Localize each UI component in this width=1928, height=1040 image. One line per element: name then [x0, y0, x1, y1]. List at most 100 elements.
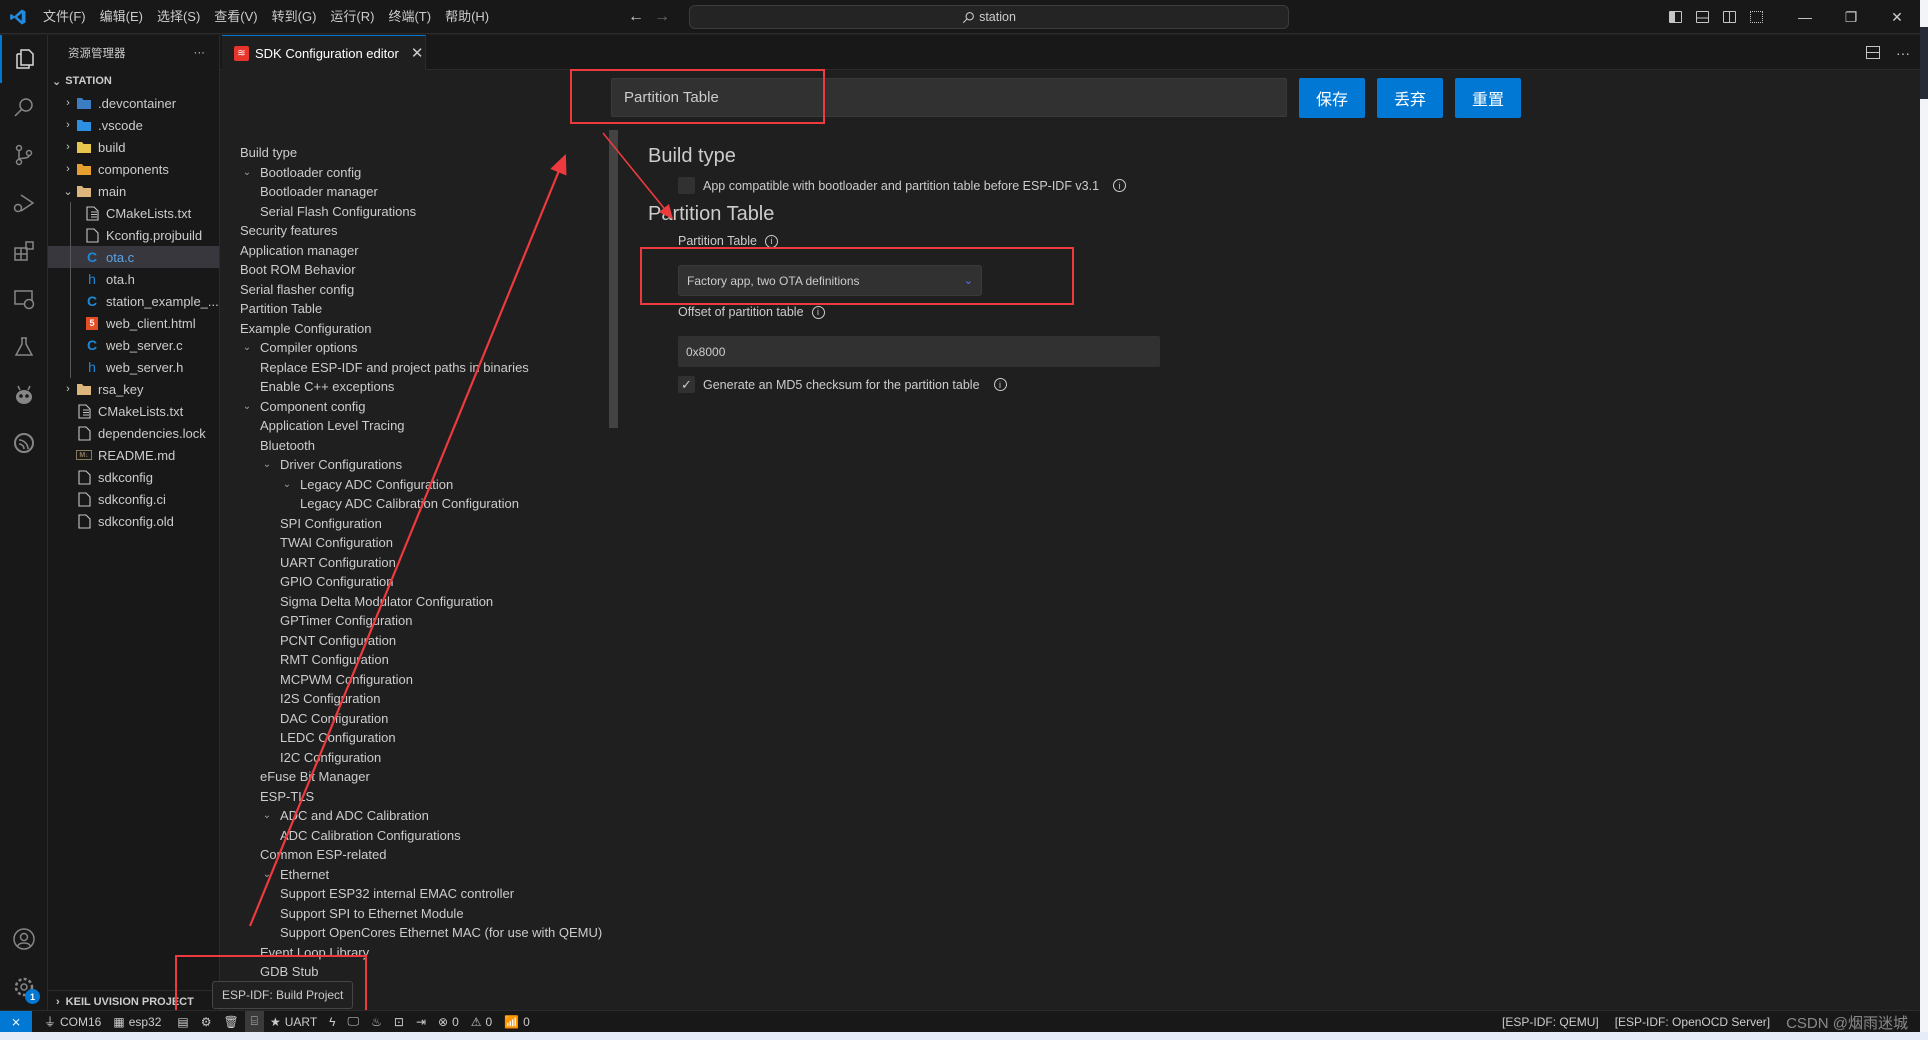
- testing-icon[interactable]: [0, 323, 48, 371]
- file-tree-item[interactable]: Cweb_server.c: [48, 334, 219, 356]
- config-menu-item[interactable]: TWAI Configuration: [240, 533, 620, 553]
- status-item-warnings[interactable]: ⚠ 0: [465, 1011, 498, 1033]
- extensions-icon[interactable]: [0, 227, 48, 275]
- platformio-icon[interactable]: [0, 371, 48, 419]
- file-tree-item[interactable]: ⌄ main: [48, 180, 219, 202]
- status-item-terminal[interactable]: ⊡: [388, 1011, 410, 1033]
- file-tree-item[interactable]: Kconfig.projbuild: [48, 224, 219, 246]
- config-menu-item[interactable]: Bluetooth: [240, 436, 620, 456]
- chevron-down-icon[interactable]: ⌄: [260, 865, 274, 885]
- config-menu-item[interactable]: Boot ROM Behavior: [240, 260, 620, 280]
- more-actions-icon[interactable]: ···: [194, 47, 206, 59]
- status-item-flame[interactable]: ♨: [365, 1011, 388, 1033]
- status-item-run-arrow[interactable]: ⇥: [410, 1011, 432, 1033]
- config-menu-item[interactable]: ADC Calibration Configurations: [240, 826, 620, 846]
- chevron-right-icon[interactable]: ›: [60, 119, 76, 131]
- chevron-down-icon[interactable]: ⌄: [240, 163, 254, 183]
- file-tree-item[interactable]: › .devcontainer: [48, 92, 219, 114]
- menu-item-2[interactable]: 选择(S): [150, 0, 207, 34]
- chevron-down-icon[interactable]: ⌄: [260, 806, 274, 826]
- close-tab-icon[interactable]: ✕: [411, 44, 424, 62]
- menu-item-4[interactable]: 转到(G): [265, 0, 324, 34]
- espressif-icon[interactable]: [0, 419, 48, 467]
- config-menu-item[interactable]: GDB Stub: [240, 962, 620, 982]
- app-compat-checkbox[interactable]: [678, 177, 695, 194]
- status-item-sdkconfig[interactable]: ▤: [171, 1011, 194, 1033]
- source-control-icon[interactable]: [0, 131, 48, 179]
- search-icon[interactable]: [0, 83, 48, 131]
- keil-project-section[interactable]: › KEIL UVISION PROJECT: [48, 990, 220, 1012]
- config-menu-item[interactable]: LEDC Configuration: [240, 728, 620, 748]
- chevron-down-icon[interactable]: ⌄: [260, 455, 274, 475]
- file-tree-item[interactable]: dependencies.lock: [48, 422, 219, 444]
- status-item-build-cylinder[interactable]: ⌸: [244, 1010, 264, 1032]
- file-tree-item[interactable]: › components: [48, 158, 219, 180]
- config-menu-item[interactable]: Application Level Tracing: [240, 416, 620, 436]
- config-menu-item[interactable]: Application manager: [240, 241, 620, 261]
- run-debug-icon[interactable]: [0, 179, 48, 227]
- status-item-flash[interactable]: ϟ: [323, 1011, 341, 1033]
- file-tree-item[interactable]: sdkconfig.old: [48, 510, 219, 532]
- config-menu-item[interactable]: ⌄ Ethernet: [240, 865, 620, 885]
- config-menu-item[interactable]: Support SPI to Ethernet Module: [240, 904, 620, 924]
- config-search-input[interactable]: [611, 78, 1287, 117]
- explorer-icon[interactable]: [0, 35, 48, 83]
- config-menu-item[interactable]: Security features: [240, 221, 620, 241]
- config-menu-item[interactable]: ⌄ Driver Configurations: [240, 455, 620, 475]
- config-menu-item[interactable]: GPTimer Configuration: [240, 611, 620, 631]
- menu-item-0[interactable]: 文件(F): [36, 0, 93, 34]
- chevron-right-icon[interactable]: ›: [60, 383, 76, 395]
- config-menu-item[interactable]: eFuse Bit Manager: [240, 767, 620, 787]
- config-menu-item[interactable]: Replace ESP-IDF and project paths in bin…: [240, 358, 620, 378]
- status-item-plug[interactable]: ⏚ COM16: [38, 1011, 107, 1033]
- tab-sdk-configuration-editor[interactable]: ≋ SDK Configuration editor ✕: [222, 35, 426, 70]
- config-menu-item[interactable]: Partition Table: [240, 299, 620, 319]
- info-icon[interactable]: i: [765, 234, 778, 248]
- status-item-trash[interactable]: 🗑: [218, 1011, 245, 1033]
- file-tree-item[interactable]: M↓ README.md: [48, 444, 219, 466]
- menu-item-7[interactable]: 帮助(H): [438, 0, 496, 34]
- status-item-chip[interactable]: ▦ esp32: [107, 1011, 167, 1033]
- file-tree-item[interactable]: h web_server.h: [48, 356, 219, 378]
- editor-more-actions-icon[interactable]: ···: [1896, 45, 1910, 61]
- status-item-antenna[interactable]: 📶 0: [498, 1011, 536, 1033]
- config-menu-item[interactable]: ⌄ ADC and ADC Calibration: [240, 806, 620, 826]
- account-icon[interactable]: [0, 915, 48, 963]
- config-menu-item[interactable]: Enable C++ exceptions: [240, 377, 620, 397]
- toggle-panel-button[interactable]: [1689, 0, 1716, 34]
- minimize-button[interactable]: —: [1782, 0, 1828, 34]
- forward-arrow-icon[interactable]: →: [654, 8, 670, 26]
- config-menu-item[interactable]: Support OpenCores Ethernet MAC (for use …: [240, 923, 620, 943]
- chevron-down-icon[interactable]: ⌄: [240, 397, 254, 417]
- chevron-down-icon[interactable]: ⌄: [240, 338, 254, 358]
- partition-table-select[interactable]: Factory app, two OTA definitions ⌄: [678, 265, 982, 296]
- config-menu-item[interactable]: DAC Configuration: [240, 709, 620, 729]
- menu-item-6[interactable]: 终端(T): [381, 0, 438, 34]
- status-item-monitor[interactable]: 🖵: [342, 1011, 366, 1033]
- config-menu-item[interactable]: RMT Configuration: [240, 650, 620, 670]
- config-menu-item[interactable]: I2C Configuration: [240, 748, 620, 768]
- save-button[interactable]: 保存: [1299, 78, 1365, 118]
- toggle-primary-sidebar-button[interactable]: [1662, 0, 1689, 34]
- menu-item-1[interactable]: 编辑(E): [93, 0, 150, 34]
- config-menu-item[interactable]: SPI Configuration: [240, 514, 620, 534]
- menu-item-5[interactable]: 运行(R): [323, 0, 381, 34]
- config-menu-item[interactable]: ESP-TLS: [240, 787, 620, 807]
- file-tree-item[interactable]: Cota.c: [48, 246, 219, 268]
- remote-indicator-icon[interactable]: ⨯: [0, 1010, 32, 1032]
- md5-checkbox[interactable]: ✓: [678, 376, 695, 393]
- config-menu-item[interactable]: ⌄ Bootloader config: [240, 163, 620, 183]
- file-tree-item[interactable]: CMakeLists.txt: [48, 202, 219, 224]
- toggle-secondary-sidebar-button[interactable]: [1716, 0, 1743, 34]
- config-menu-item[interactable]: ⌄ Legacy ADC Configuration: [240, 475, 620, 495]
- file-tree-item[interactable]: sdkconfig.ci: [48, 488, 219, 510]
- back-arrow-icon[interactable]: ←: [628, 8, 644, 26]
- chevron-down-icon[interactable]: ⌄: [280, 475, 294, 495]
- openocd-status[interactable]: [ESP-IDF: OpenOCD Server]: [1615, 1015, 1770, 1029]
- config-menu-item[interactable]: Serial flasher config: [240, 280, 620, 300]
- config-menu-item[interactable]: ⌄ Component config: [240, 397, 620, 417]
- config-menu-item[interactable]: GPIO Configuration: [240, 572, 620, 592]
- config-menu-item[interactable]: Serial Flash Configurations: [240, 202, 620, 222]
- file-tree-item[interactable]: 5 web_client.html: [48, 312, 219, 334]
- config-menu-item[interactable]: Example Configuration: [240, 319, 620, 339]
